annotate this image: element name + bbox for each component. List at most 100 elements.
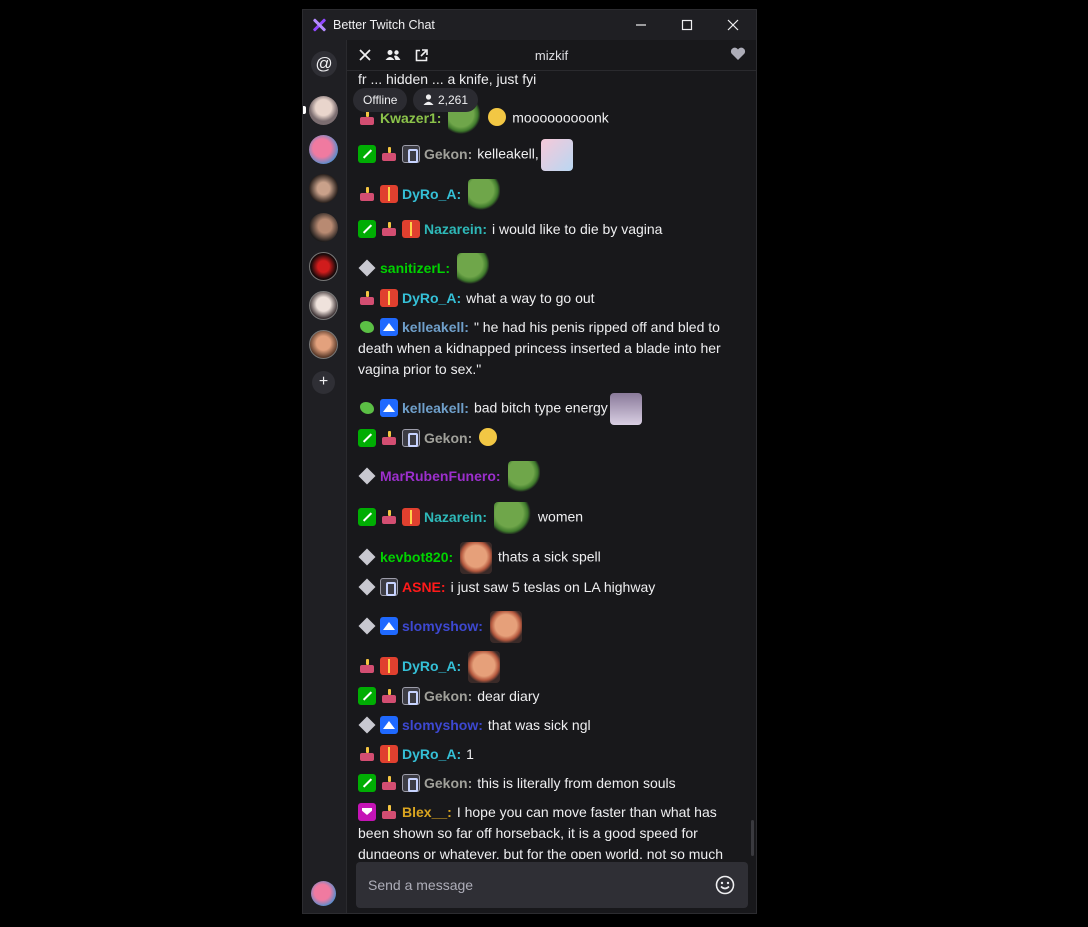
emote: [488, 107, 507, 126]
chat-message: Nazarein: women: [358, 502, 742, 534]
heart-icon: [730, 47, 746, 60]
follow-heart-button[interactable]: [730, 47, 746, 66]
channel-avatar-2[interactable]: [309, 135, 338, 164]
chat-panel: mizkif Offline 2,261 fr ... hidden ... a…: [347, 40, 756, 913]
emblem-badge: [402, 429, 420, 447]
gift-badge: [402, 220, 420, 238]
chat-message: ASNE: i just saw 5 teslas on LA highway: [358, 577, 742, 598]
username[interactable]: MarRubenFunero:: [380, 468, 501, 484]
bits-badge: [358, 617, 376, 635]
app-window: Better Twitch Chat @ + mizkif Offline 2,…: [302, 9, 757, 914]
chat-message: DyRo_A: 1: [358, 744, 742, 765]
emote: [609, 393, 642, 425]
emoji-picker-button[interactable]: [710, 870, 740, 900]
gift-badge: [380, 184, 398, 203]
channel-avatar-4[interactable]: [309, 213, 338, 242]
viewer-count-badge: 2,261: [413, 88, 479, 112]
app-logo-icon: [311, 17, 327, 33]
cake-badge: [380, 803, 398, 821]
bits-badge: [358, 259, 376, 277]
viewer-icon: [423, 94, 434, 105]
channel-avatar-7[interactable]: [309, 330, 338, 359]
username[interactable]: Nazarein:: [424, 221, 487, 237]
channel-sidebar: @ +: [303, 40, 347, 913]
minimize-button[interactable]: [618, 10, 664, 40]
chat-header: mizkif: [347, 40, 756, 71]
channel-avatar-3[interactable]: [309, 174, 338, 203]
mentions-button[interactable]: @: [311, 51, 337, 77]
username[interactable]: Gekon:: [424, 146, 472, 162]
username[interactable]: Kwazer1:: [380, 110, 441, 126]
username[interactable]: slomyshow:: [402, 717, 483, 733]
close-channel-button[interactable]: [351, 41, 379, 69]
bits-badge: [358, 578, 376, 596]
cake-badge: [380, 145, 398, 163]
username[interactable]: Gekon:: [424, 430, 472, 446]
bits-badge: [358, 467, 376, 485]
emote: [489, 611, 522, 643]
chat-message: Gekon:: [358, 428, 742, 449]
username[interactable]: ASNE:: [402, 579, 446, 595]
chat-message: kelleakell: " he had his penis ripped off…: [358, 318, 721, 377]
chat-message: MarRubenFunero:: [358, 461, 742, 493]
cake-badge: [380, 774, 398, 792]
username[interactable]: kevbot820:: [380, 549, 453, 565]
maximize-button[interactable]: [664, 10, 710, 40]
moderator-badge: [358, 429, 376, 447]
username[interactable]: DyRo_A:: [402, 746, 461, 762]
channel-avatar-5[interactable]: [309, 252, 338, 281]
emote: [507, 461, 540, 493]
emote: [494, 502, 533, 534]
username[interactable]: DyRo_A:: [402, 658, 461, 674]
chat-message: kevbot820: thats a sick spell: [358, 542, 742, 574]
bits-badge: [358, 548, 376, 566]
username[interactable]: Gekon:: [424, 775, 472, 791]
chat-scrollbar[interactable]: [751, 820, 754, 856]
emote: [468, 179, 501, 211]
user-avatar[interactable]: [311, 881, 336, 906]
external-link-icon: [415, 48, 428, 61]
message-input[interactable]: [356, 876, 710, 894]
username[interactable]: DyRo_A:: [402, 290, 461, 306]
title-bar: Better Twitch Chat: [303, 10, 756, 40]
subscriber-badge: [380, 616, 398, 635]
cake-badge: [358, 657, 376, 675]
stream-status-badge: Offline: [353, 88, 408, 112]
viewer-list-button[interactable]: [379, 41, 407, 69]
username[interactable]: slomyshow:: [402, 618, 483, 634]
cake-badge: [358, 185, 376, 203]
username[interactable]: Nazarein:: [424, 509, 487, 525]
window-title: Better Twitch Chat: [333, 18, 435, 32]
cake-badge: [380, 429, 398, 447]
cake-badge: [380, 687, 398, 705]
username[interactable]: Gekon:: [424, 688, 472, 704]
username[interactable]: kelleakell:: [402, 400, 469, 416]
username[interactable]: Blex__:: [402, 804, 452, 820]
chat-message: Gekon: kelleakell,: [358, 139, 742, 171]
cake-badge: [358, 745, 376, 763]
channel-avatar-1[interactable]: [309, 96, 338, 125]
chat-message: DyRo_A:: [358, 651, 742, 683]
emote: [468, 651, 501, 683]
emblem-badge: [402, 774, 420, 792]
add-channel-button[interactable]: +: [312, 371, 335, 394]
message-composer: [356, 862, 748, 908]
username[interactable]: sanitizerL:: [380, 260, 450, 276]
smiley-icon: [715, 875, 735, 895]
dragon-badge: [358, 399, 376, 417]
channel-avatar-6[interactable]: [309, 291, 338, 320]
close-window-button[interactable]: [710, 10, 756, 40]
moderator-badge: [358, 220, 376, 238]
emblem-badge: [380, 578, 398, 596]
moderator-badge: [358, 687, 376, 705]
dragon-badge: [358, 318, 376, 336]
username[interactable]: kelleakell:: [402, 319, 469, 335]
emblem-badge: [402, 687, 420, 705]
popout-button[interactable]: [407, 41, 435, 69]
message-list: fr ... hidden ... a knife, just fyi Kwaz…: [347, 71, 748, 859]
gift-badge: [380, 745, 398, 763]
chat-message: Nazarein: i would like to die by vagina: [358, 219, 742, 240]
emote: [460, 542, 493, 574]
cake-badge: [358, 289, 376, 307]
username[interactable]: DyRo_A:: [402, 186, 461, 202]
